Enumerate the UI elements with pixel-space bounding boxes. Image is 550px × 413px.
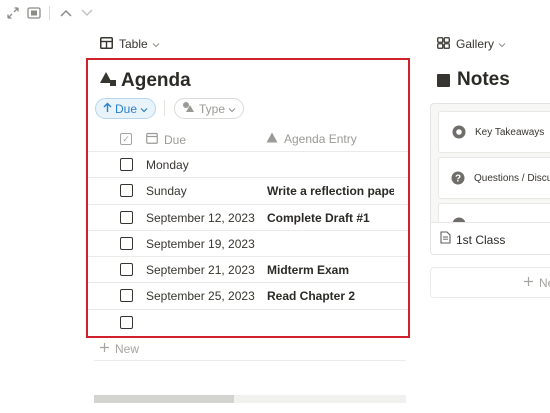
table-icon xyxy=(100,36,113,52)
chevron-down-icon[interactable] xyxy=(79,5,95,21)
sort-due-button[interactable]: Due xyxy=(95,98,157,119)
table-header: ✓ Due Agenda Entry xyxy=(88,126,408,152)
agenda-title-text: Agenda xyxy=(121,70,191,91)
filter-type-button[interactable]: Type xyxy=(174,98,245,119)
due-cell[interactable]: Sunday xyxy=(146,184,187,198)
chevron-down-icon xyxy=(152,37,160,51)
view-tab-table[interactable]: Table xyxy=(100,35,160,53)
page-icon xyxy=(440,230,451,249)
notes-title: Notes xyxy=(437,68,510,92)
column-header-entry[interactable]: Agenda Entry xyxy=(266,132,357,146)
shapes-icon xyxy=(182,101,195,116)
filter-type-label: Type xyxy=(199,101,226,116)
table-row[interactable]: September 25, 2023 Read Chapter 2 xyxy=(88,283,408,310)
svg-text:?: ? xyxy=(455,174,461,185)
gallery-card-footer[interactable]: 1st Class xyxy=(431,222,550,254)
view-tab-label: Table xyxy=(119,37,148,51)
column-header-due-label: Due xyxy=(164,132,187,147)
plus-icon xyxy=(99,342,110,356)
chevron-down-icon xyxy=(498,37,506,51)
divider xyxy=(94,360,406,361)
row-checkbox[interactable] xyxy=(120,158,133,171)
view-tab-label: Gallery xyxy=(456,37,495,51)
peek-mode-icon[interactable] xyxy=(26,5,42,21)
target-icon xyxy=(451,125,466,140)
chevron-down-icon xyxy=(228,102,236,116)
column-header-entry-label: Agenda Entry xyxy=(284,132,357,146)
new-row-button[interactable]: New xyxy=(99,342,139,356)
expand-icon[interactable] xyxy=(5,5,21,21)
due-cell[interactable]: September 25, 2023 xyxy=(146,289,255,303)
gallery-item[interactable]: Key Takeaways xyxy=(438,111,550,153)
due-cell[interactable]: September 21, 2023 xyxy=(146,263,255,277)
toolbar-divider xyxy=(49,6,50,20)
arrow-up-icon xyxy=(103,102,112,116)
entry-cell[interactable]: Read Chapter 2 xyxy=(267,289,394,303)
new-row-label: New xyxy=(115,342,140,356)
page-title: Agenda xyxy=(99,69,191,93)
due-cell[interactable]: September 12, 2023 xyxy=(146,211,255,225)
checkbox-column-icon[interactable]: ✓ xyxy=(120,133,132,145)
entry-cell[interactable]: Complete Draft #1 xyxy=(267,211,394,225)
gallery-new-button[interactable]: New xyxy=(430,267,550,298)
due-cell[interactable]: Monday xyxy=(146,158,189,172)
chevron-down-icon xyxy=(140,102,148,116)
entry-cell[interactable]: Write a reflection paper about xyxy=(267,184,394,198)
notes-title-text: Notes xyxy=(457,69,510,90)
scrollbar-thumb[interactable] xyxy=(94,395,235,403)
row-checkbox[interactable] xyxy=(120,315,133,329)
table-row[interactable]: September 21, 2023 Midterm Exam xyxy=(88,257,408,284)
filter-divider xyxy=(164,100,165,116)
top-bar xyxy=(0,0,550,26)
question-circle-icon: ? xyxy=(451,171,465,186)
gallery-item-label: Questions / Discussion xyxy=(474,172,550,184)
agenda-table: ✓ Due Agenda Entry Monday Sunday Write a… xyxy=(88,126,408,336)
gallery-new-label: New xyxy=(539,275,550,290)
gallery-icon xyxy=(437,36,450,52)
table-row[interactable]: September 12, 2023 Complete Draft #1 xyxy=(88,205,408,231)
sort-due-label: Due xyxy=(115,101,138,116)
gallery-card[interactable]: Key Takeaways ? Questions / Discussion 1… xyxy=(430,103,550,255)
entry-cell[interactable]: Midterm Exam xyxy=(267,263,394,277)
table-row[interactable]: Monday xyxy=(88,152,408,179)
view-tab-gallery[interactable]: Gallery xyxy=(437,35,506,53)
shapes-icon xyxy=(99,71,117,92)
table-row[interactable]: September 19, 2023 xyxy=(88,231,408,258)
calendar-icon xyxy=(146,132,158,147)
row-checkbox[interactable] xyxy=(120,210,133,224)
due-cell[interactable]: September 19, 2023 xyxy=(146,237,255,251)
agenda-database: Agenda Due Type ✓ Due Agenda Entry Monda… xyxy=(86,58,410,338)
column-header-due[interactable]: Due xyxy=(146,132,186,147)
square-icon xyxy=(437,73,450,87)
row-checkbox[interactable] xyxy=(120,236,133,250)
chevron-up-icon[interactable] xyxy=(58,5,74,21)
row-checkbox[interactable] xyxy=(120,289,133,303)
gallery-card-title: 1st Class xyxy=(456,232,506,247)
gallery-item-label: Key Takeaways xyxy=(475,126,545,138)
row-checkbox[interactable] xyxy=(120,263,133,277)
table-row[interactable] xyxy=(88,310,408,336)
row-checkbox[interactable] xyxy=(120,184,133,198)
gallery-item[interactable]: ? Questions / Discussion xyxy=(438,157,550,199)
plus-icon xyxy=(523,276,534,290)
table-row[interactable]: Sunday Write a reflection paper about xyxy=(88,178,408,205)
triangle-icon xyxy=(266,132,278,146)
